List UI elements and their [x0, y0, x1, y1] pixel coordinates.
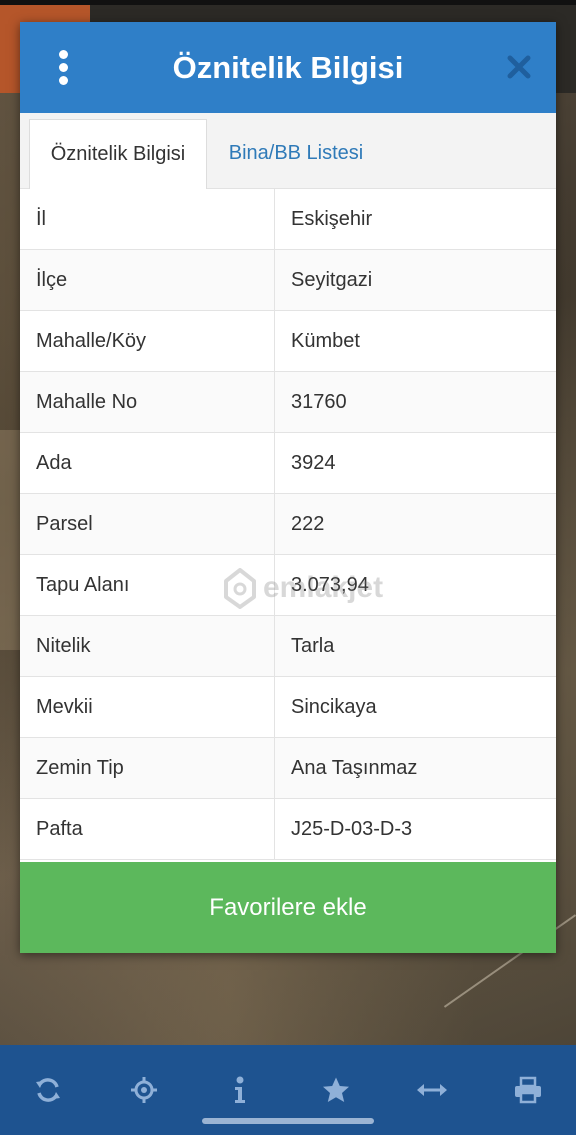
table-row: Pafta J25-D-03-D-3: [20, 798, 556, 860]
attribute-value: Tarla: [274, 615, 556, 677]
table-row: Ada 3924: [20, 432, 556, 494]
measure-button[interactable]: [412, 1073, 452, 1107]
menu-dot-icon: [58, 63, 68, 72]
close-button[interactable]: [506, 52, 532, 82]
dialog-title: Öznitelik Bilgisi: [172, 49, 404, 85]
table-row: İlçe Seyitgazi: [20, 249, 556, 311]
menu-dot-icon: [58, 76, 68, 85]
table-row: Zemin Tip Ana Taşınmaz: [20, 737, 556, 799]
attribute-value: 3924: [274, 432, 556, 494]
table-row: Mahalle No 31760: [20, 371, 556, 433]
attribute-dialog: Öznitelik Bilgisi Öznitelik Bilgisi Bina…: [20, 22, 556, 953]
table-row: Mevkii Sincikaya: [20, 676, 556, 738]
attribute-table: İl Eskişehir İlçe Seyitgazi Mahalle/Köy Kümbe…: [20, 189, 556, 860]
refresh-icon: [36, 1078, 60, 1102]
attribute-value: J25-D-03-D-3: [274, 798, 556, 860]
star-icon: [323, 1077, 349, 1102]
attribute-value: Seyitgazi: [274, 249, 556, 311]
watermark: emlakjet: [223, 567, 383, 609]
home-indicator[interactable]: [202, 1118, 374, 1124]
dialog-header: Öznitelik Bilgisi: [20, 22, 556, 113]
measure-icon: [417, 1084, 447, 1096]
print-button[interactable]: [508, 1073, 548, 1107]
close-icon: [507, 55, 531, 79]
attribute-key: Zemin Tip: [20, 737, 275, 799]
info-button[interactable]: [220, 1073, 260, 1107]
table-row: İl Eskişehir: [20, 189, 556, 250]
table-row: Parsel 222: [20, 493, 556, 555]
table-row: Nitelik Tarla: [20, 615, 556, 677]
attribute-key: Nitelik: [20, 615, 275, 677]
table-row: Mahalle/Köy Kümbet: [20, 310, 556, 372]
attribute-key: Parsel: [20, 493, 275, 555]
attribute-key: Pafta: [20, 798, 275, 860]
attribute-value: Kümbet: [274, 310, 556, 372]
print-icon: [515, 1076, 541, 1104]
more-menu-button[interactable]: [56, 50, 70, 86]
attribute-key: İlçe: [20, 249, 275, 311]
locate-button[interactable]: [124, 1073, 164, 1107]
attribute-value: Sincikaya: [274, 676, 556, 738]
attribute-key: Mahalle No: [20, 371, 275, 433]
favorites-button[interactable]: [316, 1073, 356, 1107]
attribute-key: Mevkii: [20, 676, 275, 738]
info-icon: [235, 1076, 245, 1103]
add-to-favorites-button[interactable]: Favorilere ekle: [20, 862, 556, 953]
attribute-value: 31760: [274, 371, 556, 433]
attribute-value: Ana Taşınmaz: [274, 737, 556, 799]
locate-icon: [131, 1077, 157, 1103]
menu-dot-icon: [58, 50, 68, 59]
tab-building-list[interactable]: Bina/BB Listesi: [206, 119, 386, 188]
tab-bar: Öznitelik Bilgisi Bina/BB Listesi: [20, 113, 556, 189]
tab-attribute-info[interactable]: Öznitelik Bilgisi: [29, 119, 207, 189]
attribute-key: İl: [20, 189, 275, 250]
attribute-key: Mahalle/Köy: [20, 310, 275, 372]
refresh-button[interactable]: [28, 1073, 68, 1107]
attribute-key: Ada: [20, 432, 275, 494]
house-pin-icon: [224, 568, 256, 609]
watermark-text: emlakjet: [263, 571, 384, 604]
attribute-value: 222: [274, 493, 556, 555]
map-field-edge: [0, 430, 20, 650]
attribute-value: Eskişehir: [274, 189, 556, 250]
